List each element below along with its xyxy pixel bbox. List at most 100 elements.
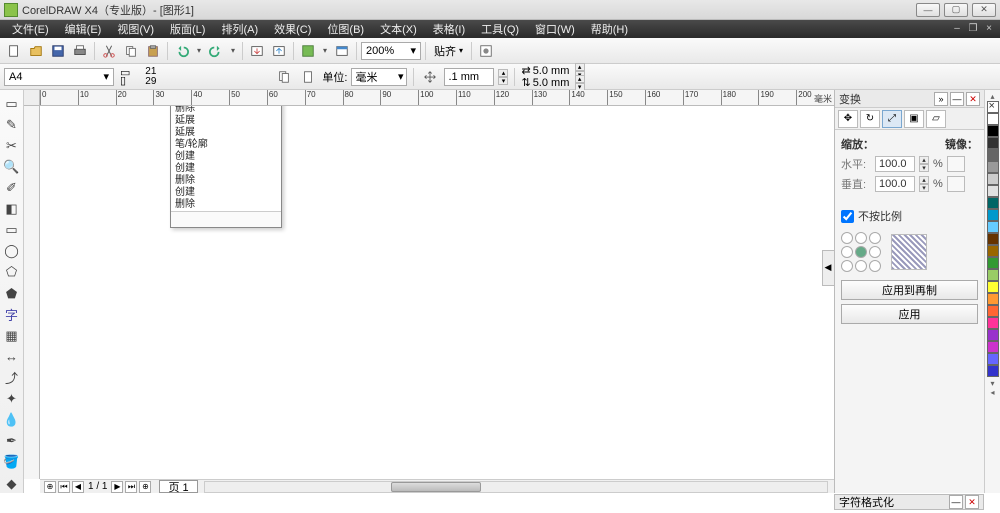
prev-page-button[interactable]: ◀ (72, 481, 84, 493)
page-tab-1[interactable]: 页 1 (159, 480, 197, 493)
char-docker-min[interactable]: — (949, 495, 963, 509)
menu-tools[interactable]: 工具(Q) (473, 21, 527, 37)
nudge-up[interactable]: ▴ (498, 69, 508, 77)
anchor-tl[interactable] (841, 232, 853, 244)
color-swatch[interactable] (987, 149, 999, 161)
h-scale-input[interactable]: 100.0 (875, 156, 915, 172)
color-swatch[interactable] (987, 341, 999, 353)
table-tool[interactable]: ▦ (2, 326, 22, 345)
color-swatch[interactable] (987, 317, 999, 329)
next-page-button[interactable]: ▶ (111, 481, 123, 493)
color-swatch[interactable] (987, 233, 999, 245)
menu-view[interactable]: 视图(V) (109, 21, 162, 37)
docker-collapse-button[interactable]: » (934, 92, 948, 106)
smart-fill-tool[interactable]: ◧ (2, 200, 22, 219)
char-format-docker-title[interactable]: 字符格式化 — ✕ (834, 494, 984, 510)
mdi-restore-button[interactable]: ❐ (966, 23, 980, 35)
palette-flyout[interactable]: ◂ (990, 388, 994, 397)
zoom-combo[interactable]: 200%▾ (361, 42, 421, 60)
dimension-tool[interactable]: ↔ (2, 347, 22, 366)
transform-size-tab[interactable]: ▣ (904, 110, 924, 128)
menu-bitmaps[interactable]: 位图(B) (319, 21, 372, 37)
char-docker-close[interactable]: ✕ (965, 495, 979, 509)
redo-dropdown[interactable]: ▾ (228, 46, 238, 55)
undo-dropdown[interactable]: ▾ (194, 46, 204, 55)
anchor-bc[interactable] (855, 260, 867, 272)
current-page-icon[interactable] (298, 67, 318, 87)
menu-file[interactable]: 文件(E) (4, 21, 57, 37)
undo-button[interactable] (172, 41, 192, 61)
outline-tool[interactable]: ✒ (2, 432, 22, 451)
crop-tool[interactable]: ✂ (2, 136, 22, 155)
menu-help[interactable]: 帮助(H) (583, 21, 636, 37)
color-swatch[interactable] (987, 209, 999, 221)
connector-tool[interactable]: ⤴ (2, 368, 22, 387)
unit-combo[interactable]: 毫米▾ (351, 68, 407, 86)
text-tool[interactable]: 字 (2, 305, 22, 324)
interactive-fill-tool[interactable]: ◆ (2, 474, 22, 493)
export-button[interactable] (269, 41, 289, 61)
menu-window[interactable]: 窗口(W) (527, 21, 583, 37)
color-swatch[interactable] (987, 293, 999, 305)
ellipse-tool[interactable]: ◯ (2, 242, 22, 261)
color-swatch[interactable] (987, 173, 999, 185)
docker-close-button[interactable]: ✕ (966, 92, 980, 106)
zoom-tool[interactable]: 🔍 (2, 157, 22, 176)
mirror-v-button[interactable] (947, 176, 965, 192)
save-button[interactable] (48, 41, 68, 61)
add-page-after-button[interactable]: ⊕ (139, 481, 151, 493)
drawing-canvas[interactable]: × 删除删除延展延展笔/轮廓创建创建删除创建删除 (40, 106, 834, 479)
snap-dropdown[interactable]: 贴齐 ▾ (430, 43, 467, 59)
color-swatch[interactable] (987, 269, 999, 281)
undo-history-item[interactable]: 延展 (171, 115, 281, 127)
close-button[interactable]: ✕ (972, 3, 996, 17)
color-swatch[interactable] (987, 329, 999, 341)
undo-history-item[interactable]: 创建 (171, 187, 281, 199)
undo-history-item[interactable]: 延展 (171, 127, 281, 139)
last-page-button[interactable]: ⏭ (125, 481, 137, 493)
color-swatch[interactable] (987, 161, 999, 173)
apply-button[interactable]: 应用 (841, 304, 978, 324)
welcome-button[interactable] (332, 41, 352, 61)
horizontal-scrollbar[interactable] (204, 481, 828, 493)
ruler-origin[interactable] (24, 90, 40, 106)
first-page-button[interactable]: ⏮ (58, 481, 70, 493)
rectangle-tool[interactable]: ▭ (2, 221, 22, 240)
color-swatch[interactable] (987, 197, 999, 209)
color-swatch[interactable] (987, 353, 999, 365)
color-swatch[interactable] (987, 125, 999, 137)
palette-scroll-down[interactable]: ▾ (990, 379, 994, 388)
basic-shapes-tool[interactable]: ⬟ (2, 284, 22, 303)
color-swatch[interactable] (987, 137, 999, 149)
horizontal-ruler[interactable]: 0102030405060708090100110120130140150160… (40, 90, 834, 106)
landscape-icon[interactable]: ▯ (120, 77, 130, 85)
color-swatch[interactable] (987, 113, 999, 125)
transform-scale-tab[interactable]: ⤢ (882, 110, 902, 128)
anchor-bl[interactable] (841, 260, 853, 272)
interactive-tool[interactable]: ✦ (2, 390, 22, 409)
anchor-tr[interactable] (869, 232, 881, 244)
nudge-input[interactable]: .1 mm (444, 68, 494, 86)
maximize-button[interactable]: ▢ (944, 3, 968, 17)
undo-history-item[interactable]: 创建 (171, 151, 281, 163)
page-size-combo[interactable]: A4▾ (4, 68, 114, 86)
menu-edit[interactable]: 编辑(E) (57, 21, 110, 37)
undo-history-item[interactable]: 删除 (171, 175, 281, 187)
v-scale-input[interactable]: 100.0 (875, 176, 915, 192)
dup-y-value[interactable]: 5.0 mm (533, 77, 573, 89)
menu-effects[interactable]: 效果(C) (266, 21, 319, 37)
color-swatch[interactable] (987, 245, 999, 257)
open-button[interactable] (26, 41, 46, 61)
dup-x-value[interactable]: 5.0 mm (533, 65, 573, 77)
color-swatch[interactable] (987, 221, 999, 233)
vertical-ruler[interactable] (24, 106, 40, 479)
docker-min-button[interactable]: — (950, 92, 964, 106)
color-swatch[interactable] (987, 185, 999, 197)
redo-button[interactable] (206, 41, 226, 61)
mdi-minimize-button[interactable]: – (950, 23, 964, 35)
cut-button[interactable] (99, 41, 119, 61)
anchor-mr[interactable] (869, 246, 881, 258)
color-swatch[interactable] (987, 257, 999, 269)
fill-tool[interactable]: 🪣 (2, 453, 22, 472)
print-button[interactable] (70, 41, 90, 61)
